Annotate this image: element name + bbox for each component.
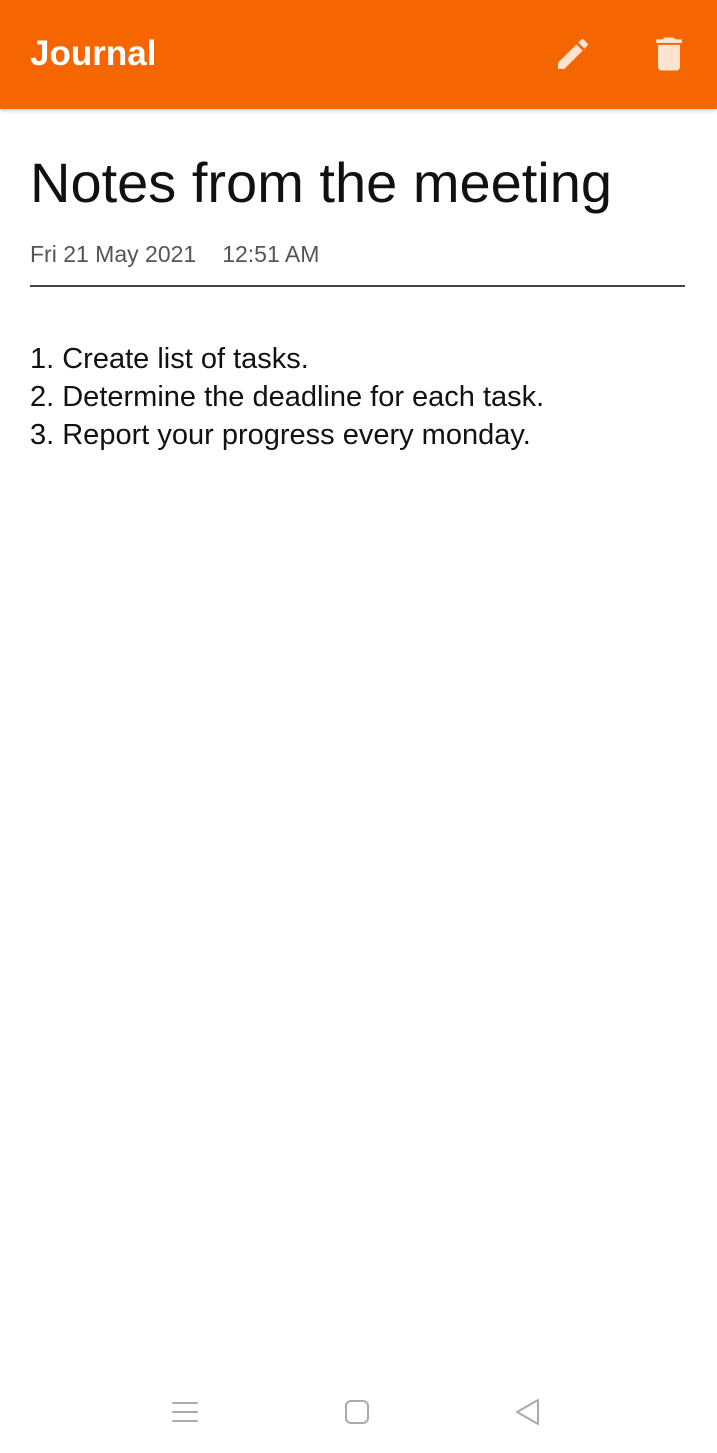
note-time: 12:51 AM <box>222 241 320 267</box>
trash-icon <box>656 37 682 71</box>
note-body-line: 3. Report your progress every monday. <box>30 419 531 451</box>
note-body-line: 2. Determine the deadline for each task. <box>30 381 545 413</box>
home-button[interactable] <box>335 1392 379 1432</box>
note-title: Notes from the meeting <box>30 151 613 214</box>
note-meta: Fri 21 May 2021 12:51 AM <box>30 239 319 269</box>
note-date: Fri 21 May 2021 <box>30 241 197 267</box>
system-navigation-bar <box>0 1370 717 1453</box>
app-bar: Journal <box>0 0 717 109</box>
square-home-icon <box>345 1400 369 1424</box>
pencil-icon <box>558 38 589 69</box>
triangle-back-icon <box>516 1399 539 1425</box>
divider <box>30 285 685 287</box>
edit-button[interactable] <box>549 30 597 78</box>
back-button[interactable] <box>506 1392 550 1432</box>
note-body-line: 1. Create list of tasks. <box>30 343 309 375</box>
note-body: 1. Create list of tasks. 2. Determine th… <box>30 340 544 454</box>
delete-button[interactable] <box>645 30 693 78</box>
app-title: Journal <box>30 34 157 73</box>
menu-lines-icon <box>172 1402 198 1422</box>
recents-button[interactable] <box>163 1392 207 1432</box>
